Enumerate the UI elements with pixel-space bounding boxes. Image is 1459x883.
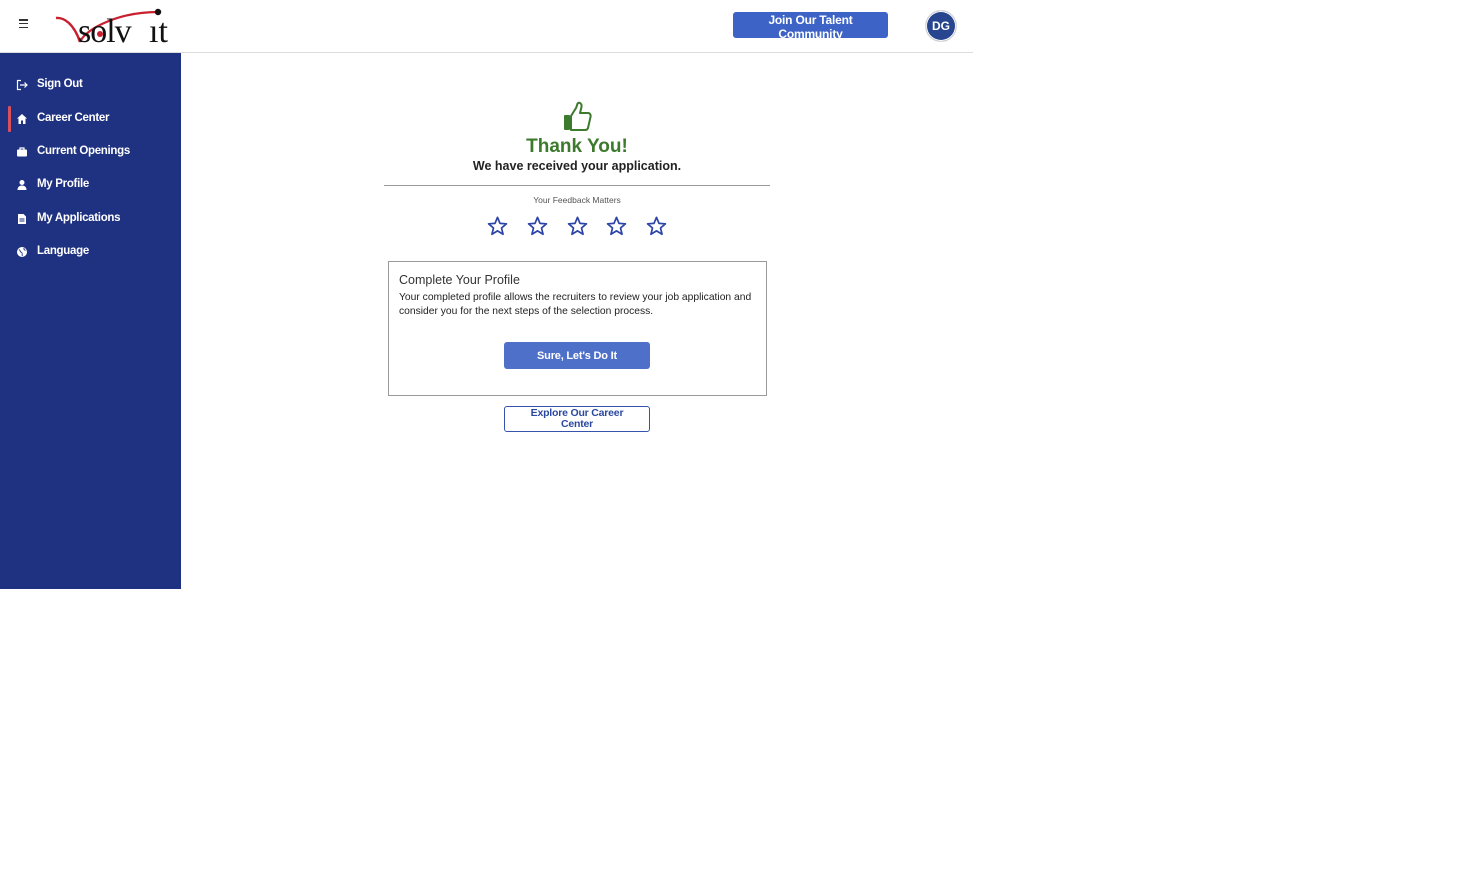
sidebar-item-label: Sign Out xyxy=(37,78,83,90)
document-icon xyxy=(15,212,28,225)
star-2-icon[interactable] xyxy=(526,215,549,238)
sidebar-item-my-applications[interactable]: My Applications xyxy=(0,206,181,232)
sidebar-item-label: Language xyxy=(37,245,89,257)
hamburger-menu-icon[interactable] xyxy=(19,19,31,31)
sidebar-item-label: My Profile xyxy=(37,178,89,190)
explore-career-center-button[interactable]: Explore Our Career Center xyxy=(504,406,650,432)
complete-profile-button[interactable]: Sure, Let's Do It xyxy=(504,342,650,369)
sign-out-icon xyxy=(15,78,28,91)
divider xyxy=(384,185,770,186)
globe-icon xyxy=(15,245,28,258)
star-5-icon[interactable] xyxy=(645,215,668,238)
sidebar-item-career-center[interactable]: Career Center xyxy=(0,106,181,132)
card-title: Complete Your Profile xyxy=(399,273,520,287)
svg-text:ıt: ıt xyxy=(149,13,168,48)
briefcase-icon xyxy=(15,145,28,158)
sidebar-item-language[interactable]: Language xyxy=(0,239,181,265)
top-header: solv ıt Join Our Talent Community DG xyxy=(0,0,973,53)
sidebar-item-my-profile[interactable]: My Profile xyxy=(0,172,181,198)
star-4-icon[interactable] xyxy=(605,215,628,238)
feedback-label: Your Feedback Matters xyxy=(533,195,621,205)
card-body-text: Your completed profile allows the recrui… xyxy=(399,292,752,317)
sidebar: Sign Out Career Center Current Openings … xyxy=(0,53,181,589)
star-3-icon[interactable] xyxy=(566,215,589,238)
svg-text:solv: solv xyxy=(78,13,132,48)
sidebar-item-label: Current Openings xyxy=(37,145,130,157)
home-icon xyxy=(15,112,28,125)
sidebar-item-current-openings[interactable]: Current Openings xyxy=(0,139,181,165)
person-icon xyxy=(15,178,28,191)
sidebar-item-label: Career Center xyxy=(37,112,110,124)
join-talent-community-button[interactable]: Join Our Talent Community xyxy=(733,12,888,41)
sidebar-item-sign-out[interactable]: Sign Out xyxy=(0,72,181,98)
user-avatar[interactable]: DG xyxy=(925,10,957,42)
application-received-text: We have received your application. xyxy=(472,159,682,173)
complete-profile-card: Complete Your Profile Your completed pro… xyxy=(388,261,767,396)
sidebar-item-label: My Applications xyxy=(37,212,121,224)
vsolvit-logo[interactable]: solv ıt xyxy=(50,4,190,50)
thumbs-up-icon xyxy=(562,101,592,133)
thank-you-heading: Thank You! xyxy=(526,136,628,157)
star-1-icon[interactable] xyxy=(486,215,509,238)
